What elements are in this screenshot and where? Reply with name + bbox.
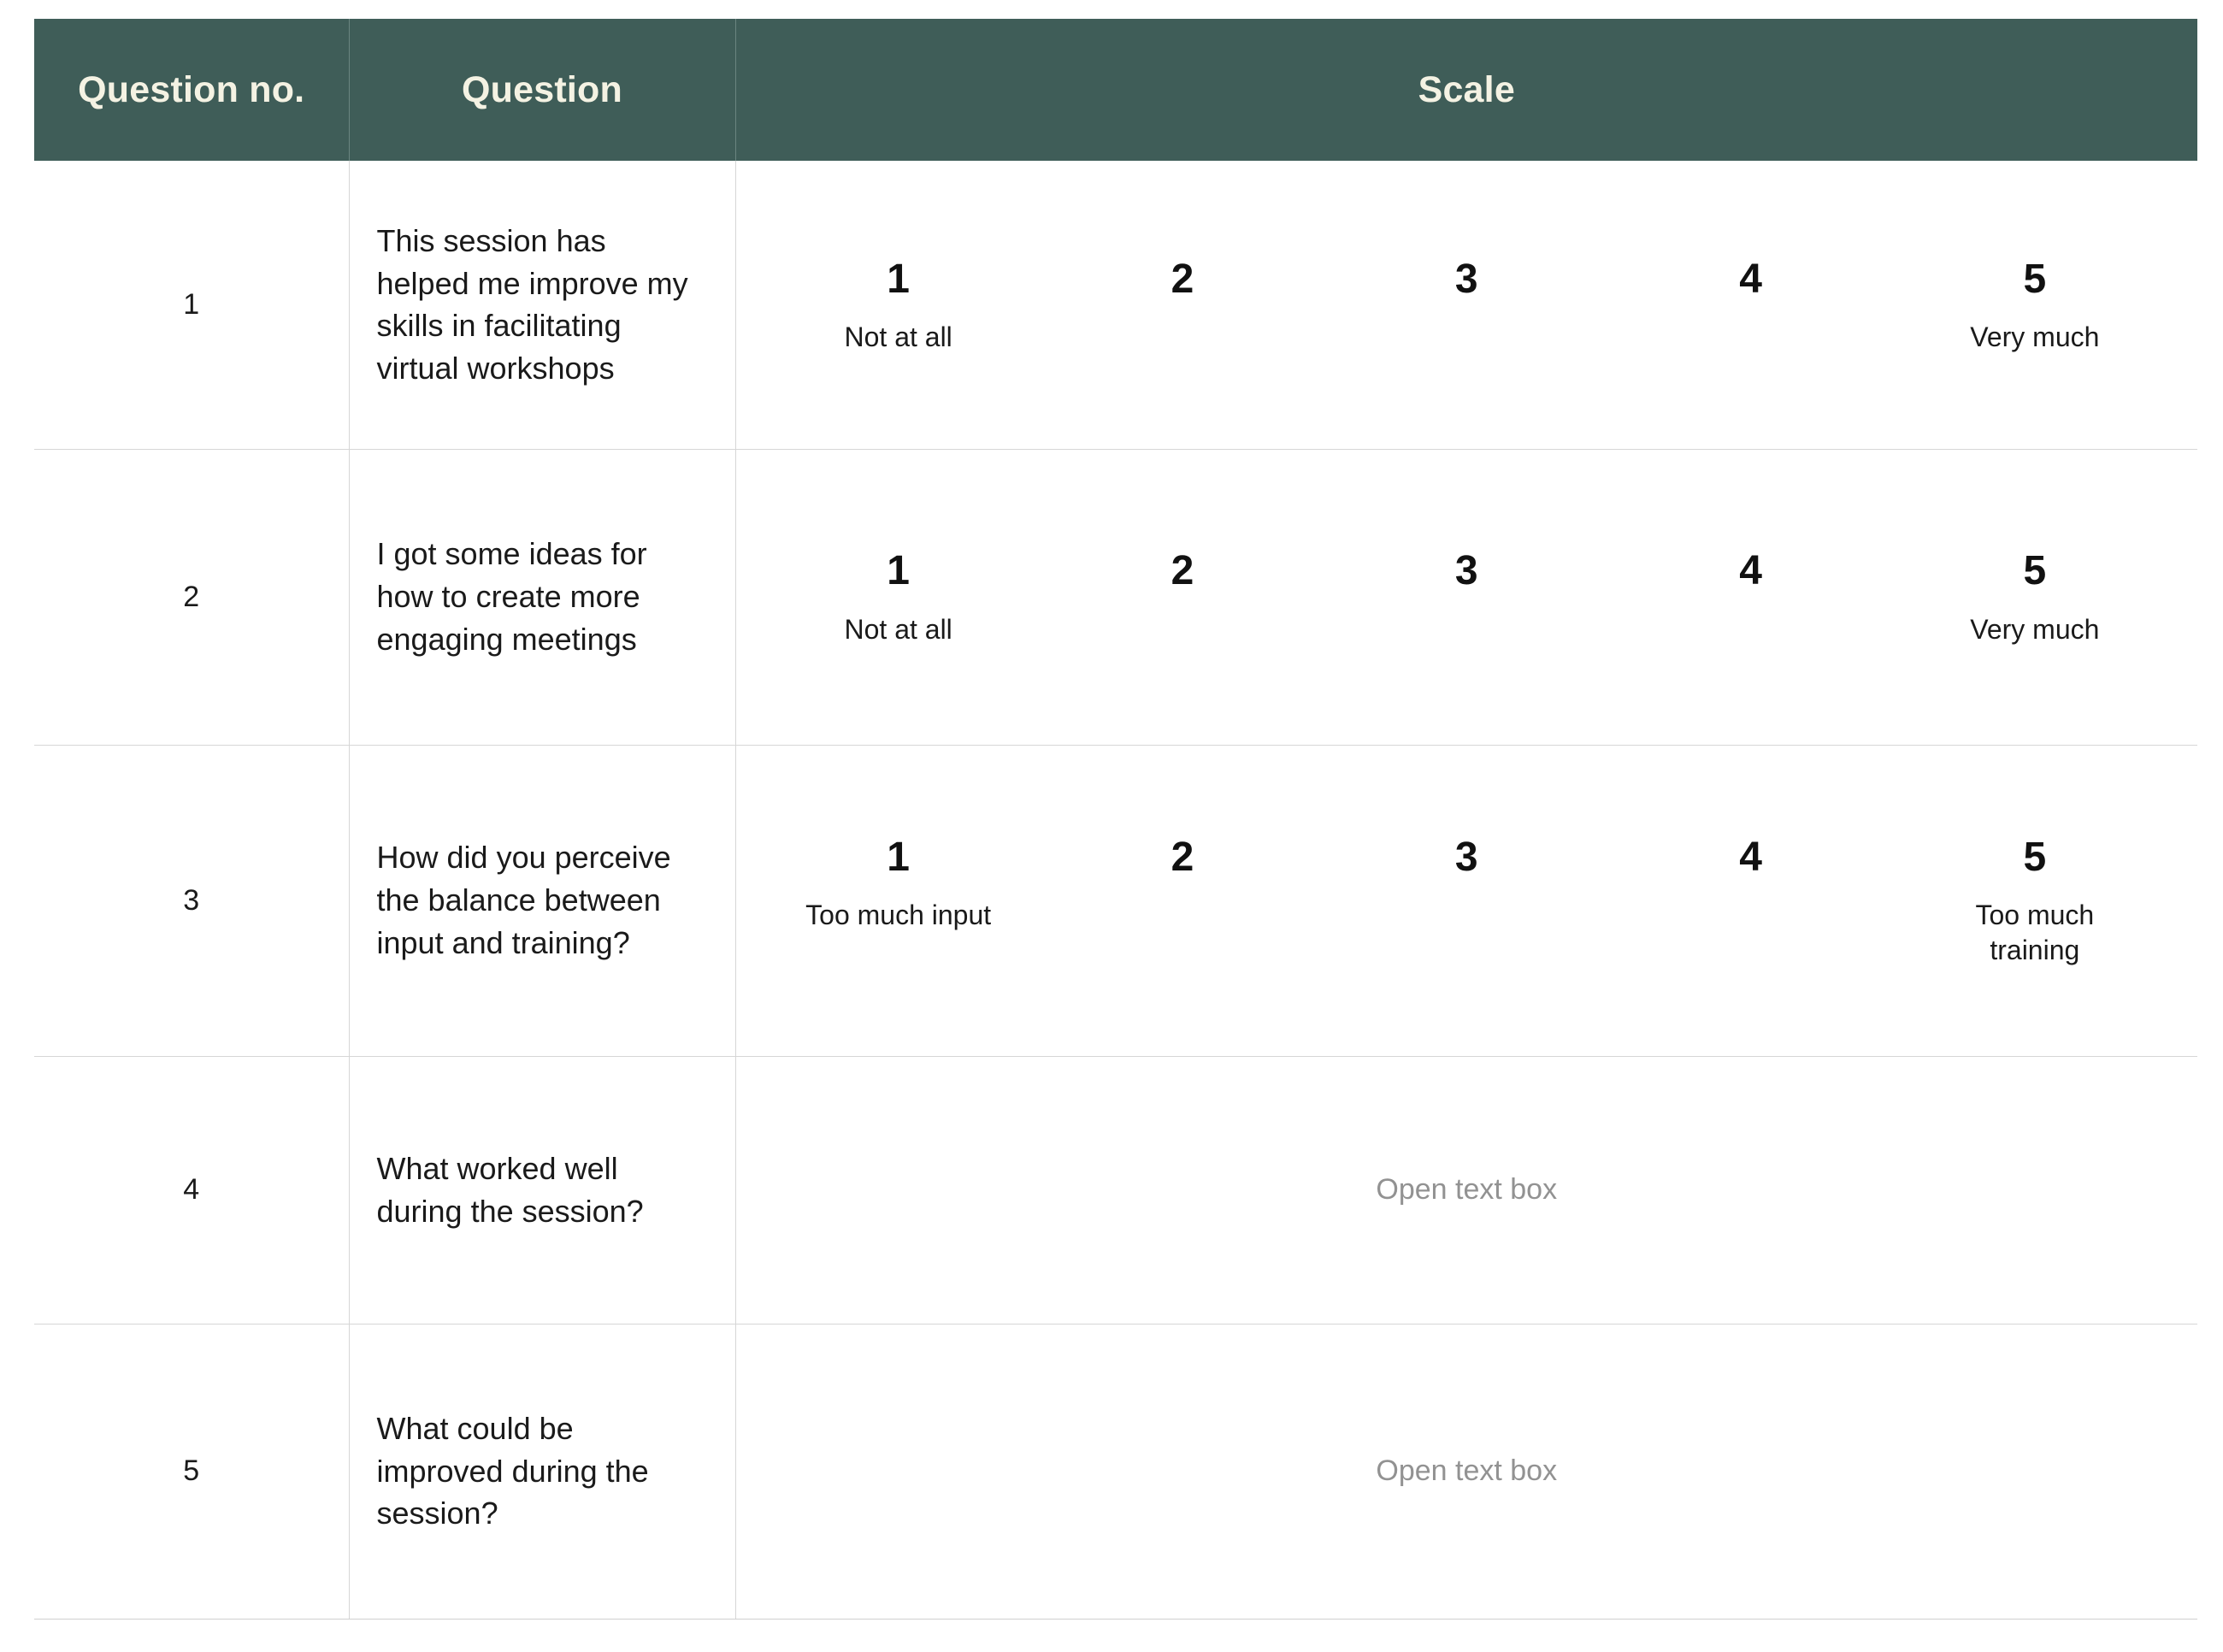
survey-questions-table: Question no. Question Scale 1 This sessi… [34, 19, 2197, 1620]
scale-option-2[interactable]: 2 [1041, 834, 1324, 932]
scale-anchor-high: Very much [1970, 321, 2100, 352]
scale-number: 5 [2023, 548, 2047, 594]
open-text-box[interactable]: Open text box [757, 1454, 2178, 1488]
table-header: Question no. Question Scale [34, 19, 2197, 161]
question-text: What worked well during the session? [376, 1150, 644, 1229]
likert-scale: 1 Not at all 2 3 4 5 Very much [757, 546, 2178, 646]
scale-number: 1 [887, 834, 910, 880]
table-row: 4 What worked well during the session? O… [34, 1056, 2197, 1325]
open-text-box[interactable]: Open text box [757, 1173, 2178, 1207]
scale-anchor-low: Not at all [844, 321, 952, 352]
question-number-cell: 5 [34, 1324, 350, 1620]
scale-option-4[interactable]: 4 [1608, 834, 1892, 932]
scale-option-3[interactable]: 3 [1324, 548, 1608, 646]
scale-cell: 1 Not at all 2 3 4 5 Very much [735, 161, 2197, 450]
question-text-cell: This session has helped me improve my sk… [349, 161, 736, 450]
scale-option-2[interactable]: 2 [1041, 256, 1324, 354]
question-text: What could be improved during the sessio… [376, 1410, 649, 1531]
likert-scale: 1 Too much input 2 3 4 5 Too much traini… [757, 833, 2178, 968]
scale-option-1[interactable]: 1 Not at all [757, 548, 1041, 646]
table-row: 2 I got some ideas for how to create mor… [34, 449, 2197, 746]
scale-option-2[interactable]: 2 [1041, 548, 1324, 646]
question-text: I got some ideas for how to create more … [376, 536, 647, 657]
question-number-cell: 3 [34, 745, 350, 1057]
scale-number: 3 [1454, 834, 1478, 880]
scale-option-1[interactable]: 1 Too much input [757, 834, 1041, 933]
scale-option-4[interactable]: 4 [1608, 548, 1892, 646]
table-row: 3 How did you perceive the balance betwe… [34, 745, 2197, 1057]
column-header-scale: Scale [735, 19, 2197, 161]
table-header-row: Question no. Question Scale [34, 19, 2197, 161]
question-text-cell: I got some ideas for how to create more … [349, 449, 736, 746]
likert-scale: 1 Not at all 2 3 4 5 Very much [757, 255, 2178, 355]
table-body: 1 This session has helped me improve my … [34, 161, 2197, 1620]
scale-anchor-low: Not at all [844, 613, 952, 645]
column-header-question: Question [349, 19, 736, 161]
question-number-cell: 4 [34, 1056, 350, 1325]
scale-number: 5 [2023, 834, 2047, 880]
scale-option-5[interactable]: 5 Very much [1893, 256, 2177, 355]
scale-number: 4 [1739, 548, 1762, 594]
scale-option-3[interactable]: 3 [1324, 834, 1608, 932]
scale-number: 2 [1170, 256, 1194, 302]
scale-cell: 1 Not at all 2 3 4 5 Very much [735, 449, 2197, 746]
scale-number: 3 [1454, 548, 1478, 594]
scale-number: 5 [2023, 256, 2047, 302]
question-number-cell: 2 [34, 449, 350, 746]
scale-anchor-high: Very much [1970, 613, 2100, 645]
question-text: How did you perceive the balance between… [376, 840, 671, 960]
question-text-cell: What could be improved during the sessio… [349, 1324, 736, 1620]
table-row: 1 This session has helped me improve my … [34, 161, 2197, 450]
scale-number: 1 [887, 548, 910, 594]
question-text: This session has helped me improve my sk… [376, 222, 688, 386]
question-text-cell: What worked well during the session? [349, 1056, 736, 1325]
scale-number: 3 [1454, 256, 1478, 302]
scale-option-1[interactable]: 1 Not at all [757, 256, 1041, 355]
scale-number: 1 [887, 256, 910, 302]
scale-option-5[interactable]: 5 Too much training [1893, 834, 2177, 968]
scale-cell: 1 Too much input 2 3 4 5 Too much traini… [735, 745, 2197, 1057]
scale-option-4[interactable]: 4 [1608, 256, 1892, 354]
scale-option-5[interactable]: 5 Very much [1893, 548, 2177, 646]
table-row: 5 What could be improved during the sess… [34, 1324, 2197, 1620]
scale-number: 2 [1170, 834, 1194, 880]
scale-option-3[interactable]: 3 [1324, 256, 1608, 354]
question-text-cell: How did you perceive the balance between… [349, 745, 736, 1057]
column-header-question-no: Question no. [34, 19, 350, 161]
scale-cell: Open text box [735, 1056, 2197, 1325]
question-number-cell: 1 [34, 161, 350, 450]
scale-number: 4 [1739, 256, 1762, 302]
scale-anchor-low: Too much input [805, 900, 992, 931]
scale-number: 4 [1739, 834, 1762, 880]
scale-cell: Open text box [735, 1324, 2197, 1620]
scale-anchor-high: Too much training [1975, 900, 2095, 966]
scale-number: 2 [1170, 548, 1194, 594]
